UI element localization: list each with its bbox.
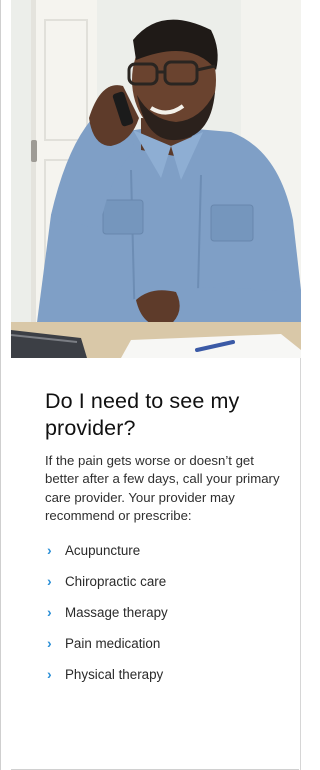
- list-item-label: Acupuncture: [65, 543, 141, 559]
- list-item-label: Pain medication: [65, 636, 161, 652]
- chevron-right-icon: ›: [47, 573, 52, 590]
- list-item: › Acupuncture: [45, 535, 285, 566]
- man-on-phone-illustration: [11, 0, 301, 358]
- list-item-label: Massage therapy: [65, 605, 168, 621]
- treatment-list: › Acupuncture › Chiropractic care › Mass…: [45, 535, 285, 690]
- section-body: If the pain gets worse or doesn’t get be…: [45, 453, 280, 523]
- info-section: Do I need to see my provider? If the pai…: [45, 388, 285, 690]
- list-item: › Pain medication: [45, 628, 285, 659]
- list-item-label: Physical therapy: [65, 667, 164, 683]
- chevron-right-icon: ›: [47, 666, 52, 683]
- chevron-right-icon: ›: [47, 604, 52, 621]
- list-item: › Chiropractic care: [45, 566, 285, 597]
- chevron-right-icon: ›: [47, 635, 52, 652]
- hero-photo: [11, 0, 301, 358]
- section-title: Do I need to see my provider?: [45, 389, 240, 440]
- list-item: › Massage therapy: [45, 597, 285, 628]
- chevron-right-icon: ›: [47, 542, 52, 559]
- content-card: Do I need to see my provider? If the pai…: [0, 0, 301, 770]
- list-item-label: Chiropractic care: [65, 574, 167, 590]
- list-item: › Physical therapy: [45, 659, 285, 690]
